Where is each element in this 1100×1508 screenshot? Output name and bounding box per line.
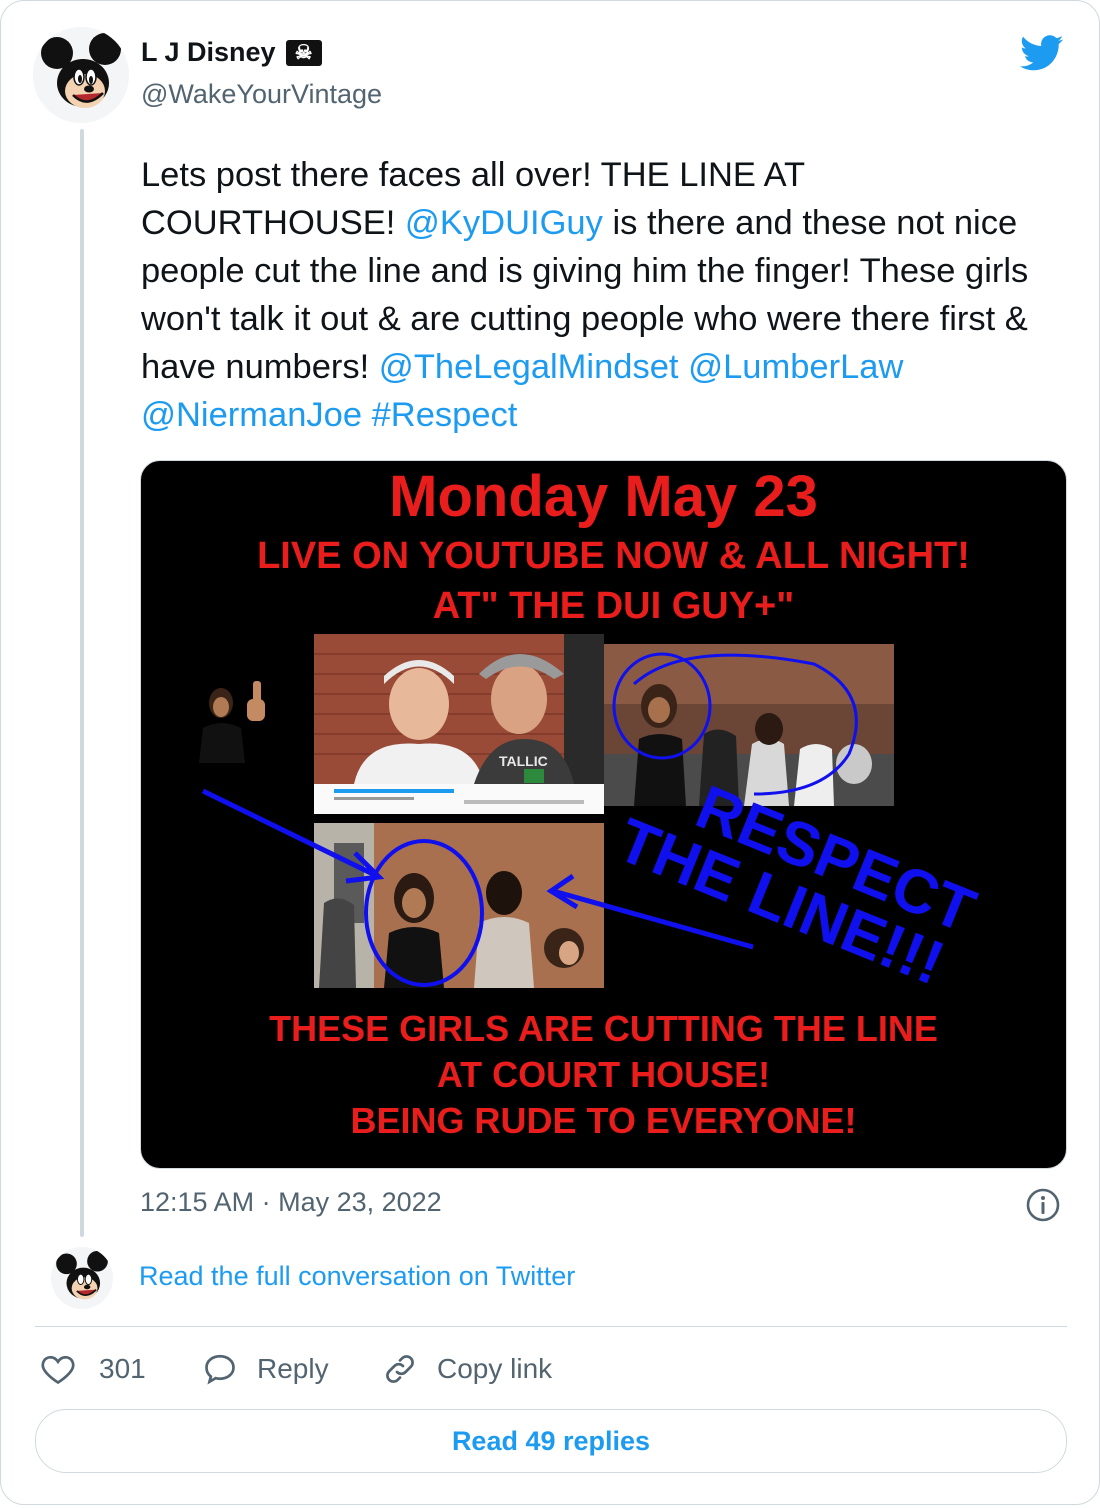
conversation-avatar[interactable] (51, 1247, 113, 1309)
poster-bottom-text: THESE GIRLS ARE CUTTING THE LINE AT COUR… (141, 1006, 1066, 1144)
tweet-media-image[interactable]: Monday May 23 LIVE ON YOUTUBE NOW & ALL … (140, 460, 1067, 1169)
copy-link-label: Copy link (437, 1353, 553, 1384)
hashtag-respect[interactable]: #Respect (372, 396, 518, 434)
info-icon[interactable] (1025, 1187, 1061, 1223)
mention-lumberlaw[interactable]: @LumberLaw (688, 348, 903, 386)
mention-niermanjoe[interactable]: @NiermanJoe (141, 396, 362, 434)
copy-link-button[interactable]: Copy link (381, 1347, 552, 1391)
author-avatar[interactable] (33, 27, 129, 123)
speech-bubble-icon (205, 1354, 235, 1385)
author-name[interactable]: L J Disney ☠ (141, 37, 322, 68)
mention-kyduiguy[interactable]: @KyDUIGuy (405, 204, 603, 242)
pirate-flag-icon: ☠ (285, 39, 322, 66)
tweet-text: Lets post there faces all over! THE LINE… (141, 151, 1066, 439)
poster-line: BEING RUDE TO EVERYONE! (350, 1100, 857, 1141)
read-full-conversation-link[interactable]: Read the full conversation on Twitter (139, 1261, 575, 1292)
poster-line: AT COURT HOUSE! (436, 1054, 771, 1095)
reply-label: Reply (257, 1353, 329, 1384)
read-replies-button[interactable]: Read 49 replies (35, 1409, 1067, 1473)
like-button[interactable]: 301 (39, 1347, 146, 1391)
like-count: 301 (99, 1353, 146, 1384)
tweet-timestamp[interactable]: 12:15 AM · May 23, 2022 (140, 1187, 442, 1218)
link-icon (386, 1355, 414, 1383)
twitter-bird-icon[interactable] (1017, 31, 1067, 75)
divider (35, 1326, 1067, 1327)
poster-line: THESE GIRLS ARE CUTTING THE LINE (269, 1008, 938, 1049)
tweet-card: L J Disney ☠ @WakeYourVintage Lets post … (0, 0, 1100, 1505)
author-handle[interactable]: @WakeYourVintage (141, 79, 382, 110)
author-name-text: L J Disney (141, 37, 276, 67)
reply-button[interactable]: Reply (201, 1347, 329, 1391)
thread-line (80, 129, 84, 1237)
heart-icon (41, 1355, 75, 1385)
mention-thelegalmindset[interactable]: @TheLegalMindset (379, 348, 679, 386)
